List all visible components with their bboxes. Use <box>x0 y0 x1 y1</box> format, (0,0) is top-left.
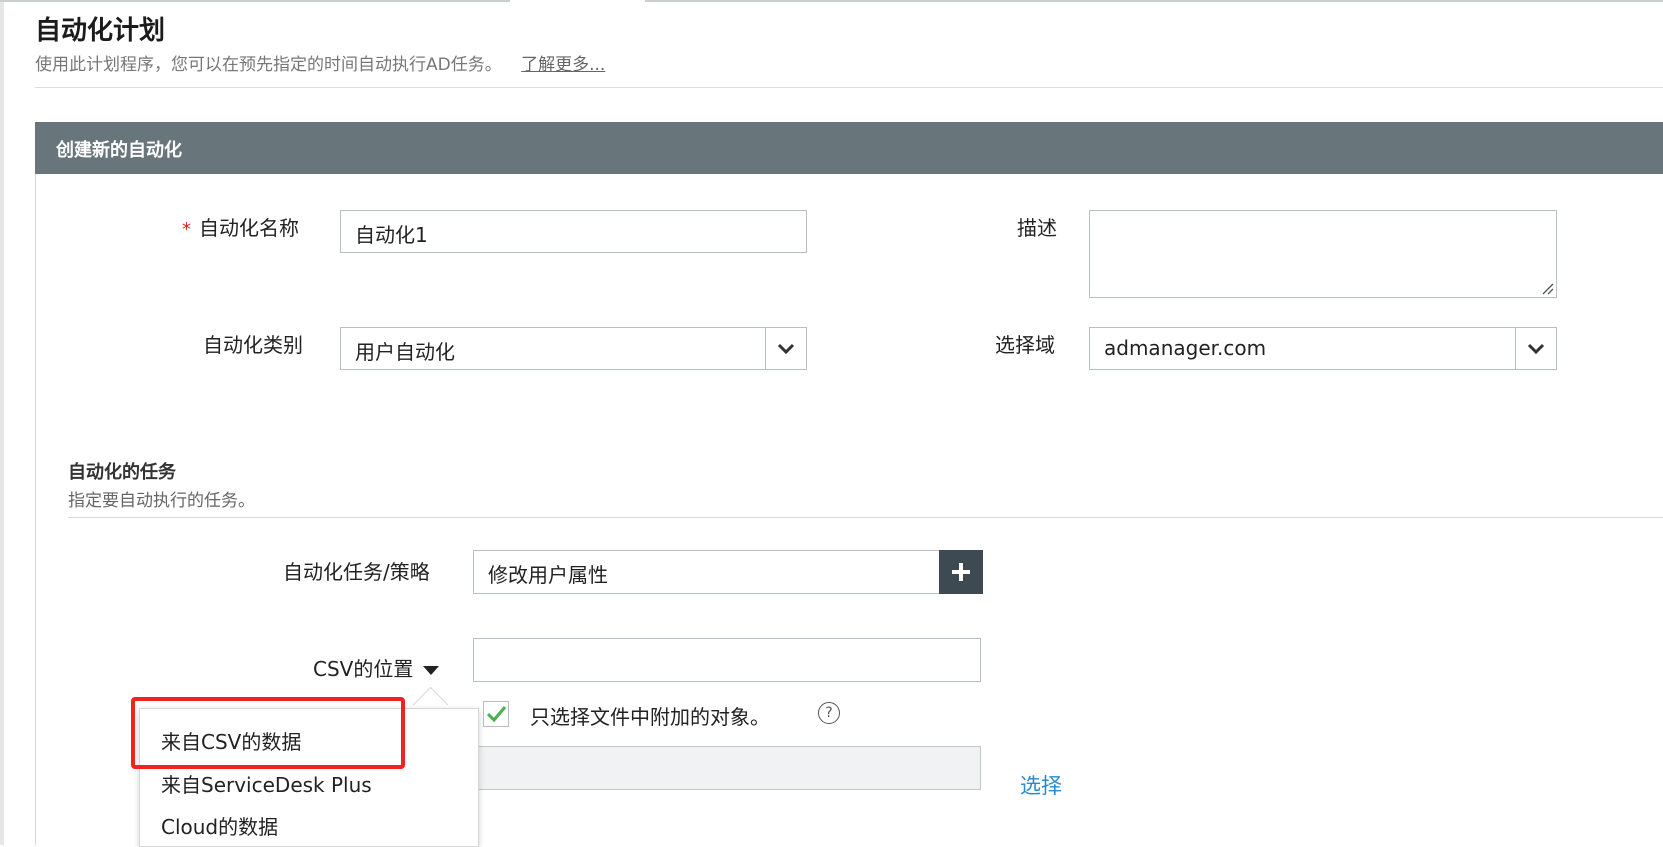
add-task-button[interactable] <box>939 550 983 594</box>
caret-down-icon <box>423 666 440 675</box>
page-title: 自动化计划 <box>35 16 166 46</box>
top-border <box>0 0 1663 2</box>
checkmark-icon <box>486 706 507 723</box>
domain-value: admanager.com <box>1104 336 1267 360</box>
highlight-annotation <box>131 697 405 769</box>
automation-task-input[interactable]: 修改用户属性 <box>473 550 946 594</box>
csv-location-label: CSV的位置 <box>313 657 414 681</box>
only-attached-objects-checkbox[interactable] <box>483 701 509 727</box>
automation-task-value: 修改用户属性 <box>488 563 608 587</box>
page-subtitle: 使用此计划程序，您可以在预先指定的时间自动执行AD任务。 了解更多... <box>35 50 605 75</box>
help-icon[interactable]: ? <box>818 702 840 724</box>
page-subtitle-text: 使用此计划程序，您可以在预先指定的时间自动执行AD任务。 <box>35 55 502 75</box>
automation-category-select[interactable]: 用户自动化 <box>340 327 807 370</box>
automation-category-value: 用户自动化 <box>355 340 455 364</box>
required-marker: * <box>182 219 191 240</box>
domain-label: 选择域 <box>995 333 1055 357</box>
panel-title: 创建新的自动化 <box>56 140 182 161</box>
tasks-section-subtitle: 指定要自动执行的任务。 <box>68 491 255 511</box>
dropdown-option-servicedesk[interactable]: 来自ServiceDesk Plus <box>161 769 372 798</box>
select-file-link[interactable]: 选择 <box>1020 770 1062 800</box>
tasks-section-title: 自动化的任务 <box>68 462 176 483</box>
learn-more-link[interactable]: 了解更多... <box>521 55 605 75</box>
automation-name-label: * 自动化名称 <box>182 212 299 241</box>
description-textarea[interactable] <box>1089 210 1557 298</box>
divider <box>68 517 1663 518</box>
left-edge-border <box>0 0 4 845</box>
panel-header <box>35 122 1663 174</box>
csv-location-input[interactable] <box>473 638 981 682</box>
automation-category-label: 自动化类别 <box>203 333 303 357</box>
csv-location-dropdown-toggle[interactable]: CSV的位置 <box>313 653 440 682</box>
chevron-down-icon[interactable] <box>1515 328 1556 369</box>
chevron-down-icon[interactable] <box>765 328 806 369</box>
divider <box>35 87 1663 88</box>
automation-name-input[interactable]: 自动化1 <box>340 210 807 253</box>
resize-handle-icon[interactable] <box>1542 283 1554 295</box>
description-label: 描述 <box>1017 216 1057 240</box>
domain-select[interactable]: admanager.com <box>1089 327 1557 370</box>
plus-icon <box>952 563 970 581</box>
automation-name-value: 自动化1 <box>355 223 428 247</box>
top-border-gap <box>510 0 645 2</box>
automation-name-label-text: 自动化名称 <box>199 216 299 240</box>
automation-task-label: 自动化任务/策略 <box>283 560 430 584</box>
file-path-input <box>473 746 981 790</box>
dropdown-option-cloud[interactable]: Cloud的数据 <box>161 811 278 840</box>
only-attached-objects-label: 只选择文件中附加的对象。 <box>530 705 770 729</box>
